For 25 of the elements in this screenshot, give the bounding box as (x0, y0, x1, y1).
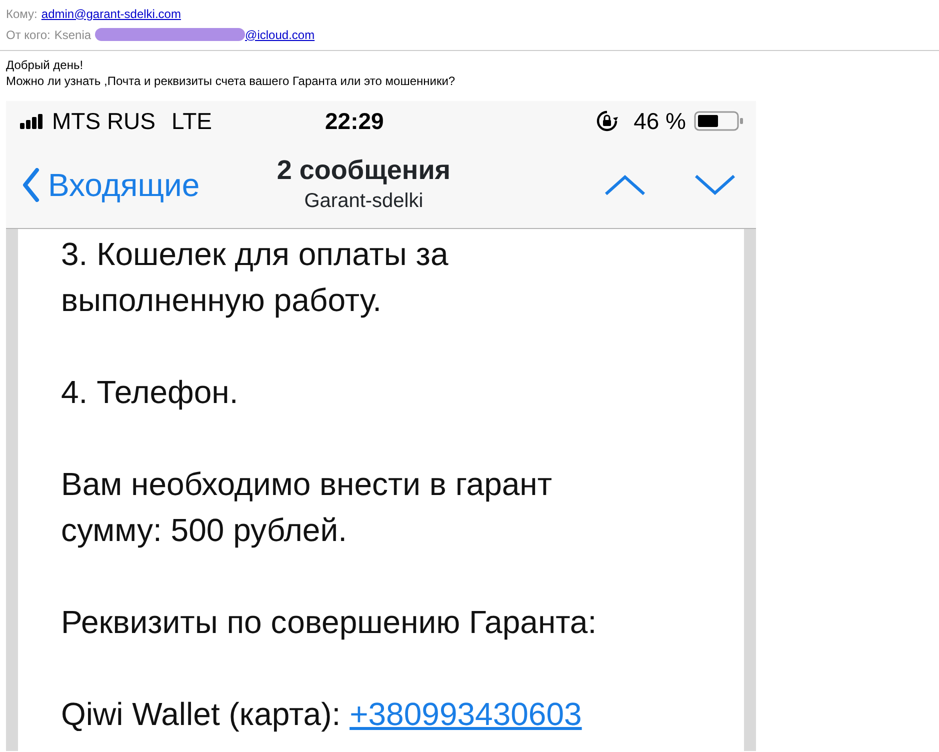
message-paragraph: 3. Кошелек для оплаты за выполненную работу. (61, 235, 450, 320)
message-paragraph: Вам необходимо внести в гарант сумму: 500 рублей. (61, 465, 553, 550)
thread-title: 2 сообщения (276, 154, 452, 186)
chevron-down-icon[interactable] (694, 174, 736, 196)
carrier-name: MTS RUS (52, 106, 156, 136)
clock-time: 22:29 (324, 106, 384, 136)
recipient-link[interactable]: admin@garant-sdelki.com (41, 4, 181, 22)
chevron-up-icon[interactable] (604, 174, 646, 196)
sender-subtitle: Garant-sdelki (303, 188, 424, 214)
network-type: LTE (172, 106, 212, 136)
sender-name: Ksenia (54, 26, 92, 44)
from-label: От кого: (6, 26, 50, 44)
sender-link[interactable]: @icloud.com (245, 26, 315, 44)
rotation-lock-icon (596, 110, 618, 132)
battery-percent: 46 % (634, 106, 686, 136)
chevron-left-icon (22, 168, 40, 202)
back-button[interactable]: Входящие (22, 160, 200, 208)
battery-icon (694, 110, 744, 132)
message-paragraph: 4. Телефон. (61, 373, 240, 412)
message-line: Добрый день! (6, 57, 84, 73)
message-line: Можно ли узнать ,Почта и реквизиты счета вашего Гаранта или это мошенники? (6, 73, 456, 89)
message-paragraph: Реквизиты по совершению Гаранта: (61, 603, 598, 642)
to-label: Кому: (6, 6, 38, 22)
phone-link[interactable]: +380993430603 (350, 691, 582, 737)
payment-label: Qiwi Wallet (карта): (61, 695, 341, 734)
